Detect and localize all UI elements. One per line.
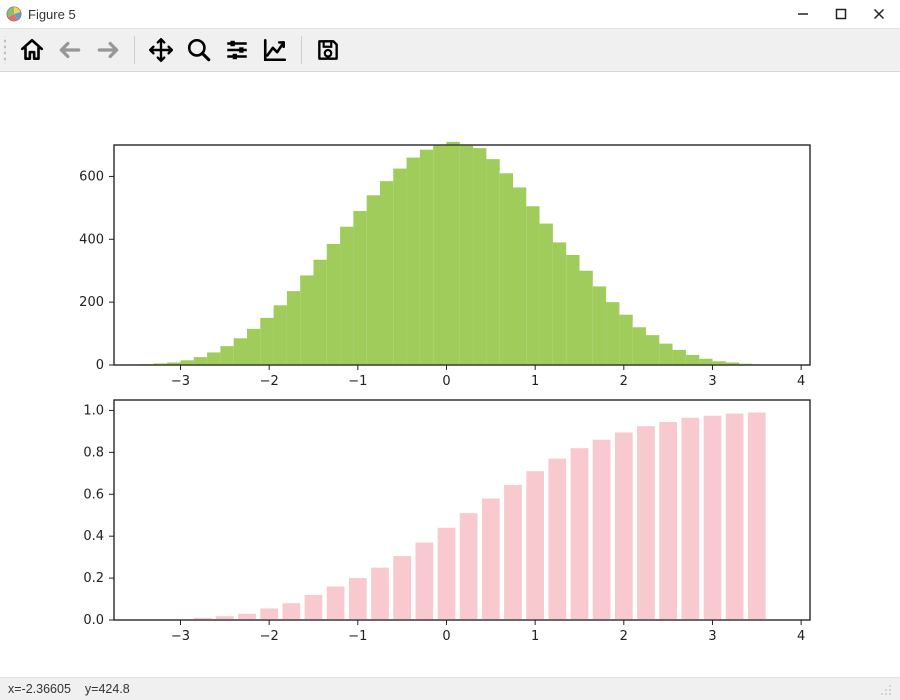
chart-line-icon xyxy=(262,37,288,63)
svg-text:0.4: 0.4 xyxy=(83,529,104,544)
pan-button[interactable] xyxy=(143,32,179,68)
maximize-button[interactable] xyxy=(822,0,860,28)
svg-text:0.6: 0.6 xyxy=(83,487,104,502)
matplotlib-icon xyxy=(6,6,22,22)
arrow-right-icon xyxy=(95,37,121,63)
sliders-icon xyxy=(224,37,250,63)
window-title: Figure 5 xyxy=(28,7,76,22)
toolbar-separator xyxy=(301,36,302,64)
svg-text:4: 4 xyxy=(797,629,805,644)
svg-text:−1: −1 xyxy=(348,629,367,644)
titlebar: Figure 5 xyxy=(0,0,900,28)
move-icon xyxy=(148,37,174,63)
statusbar: x=-2.36605 y=424.8 xyxy=(0,677,900,700)
toolbar-separator xyxy=(134,36,135,64)
save-icon xyxy=(315,37,341,63)
zoom-icon xyxy=(186,37,212,63)
toolbar-grip xyxy=(2,36,8,64)
svg-text:−2: −2 xyxy=(260,629,279,644)
zoom-button[interactable] xyxy=(181,32,217,68)
figure-svg: −3 −2 −1 0 1 2 3 4 0 200 400 600 −3 −2 −1 0 1 2 3 4 0.0 0.2 0.… xyxy=(0,72,900,680)
status-x: x=-2.36605 xyxy=(8,682,71,696)
status-y: y=424.8 xyxy=(85,682,130,696)
svg-text:400: 400 xyxy=(79,232,104,247)
resize-grip-icon xyxy=(878,682,892,696)
svg-text:−3: −3 xyxy=(171,629,190,644)
arrow-left-icon xyxy=(57,37,83,63)
home-icon xyxy=(19,37,45,63)
svg-text:−1: −1 xyxy=(348,374,367,389)
svg-text:1: 1 xyxy=(531,374,539,389)
svg-text:2: 2 xyxy=(620,629,628,644)
svg-text:0: 0 xyxy=(442,629,450,644)
svg-text:2: 2 xyxy=(620,374,628,389)
svg-text:0.0: 0.0 xyxy=(83,613,104,628)
svg-text:0.2: 0.2 xyxy=(83,571,104,586)
toolbar xyxy=(0,28,900,72)
back-button[interactable] xyxy=(52,32,88,68)
svg-text:−2: −2 xyxy=(260,374,279,389)
svg-text:200: 200 xyxy=(79,295,104,310)
svg-text:−3: −3 xyxy=(171,374,190,389)
svg-text:0: 0 xyxy=(96,358,104,373)
edit-axes-button[interactable] xyxy=(257,32,293,68)
save-button[interactable] xyxy=(310,32,346,68)
svg-text:1: 1 xyxy=(531,629,539,644)
svg-text:3: 3 xyxy=(708,374,716,389)
svg-text:600: 600 xyxy=(79,169,104,184)
close-button[interactable] xyxy=(860,0,898,28)
home-button[interactable] xyxy=(14,32,50,68)
figure-canvas[interactable]: −3 −2 −1 0 1 2 3 4 0 200 400 600 −3 −2 −1 0 1 2 3 4 0.0 0.2 0.… xyxy=(0,72,900,677)
svg-text:3: 3 xyxy=(708,629,716,644)
minimize-button[interactable] xyxy=(784,0,822,28)
svg-text:0.8: 0.8 xyxy=(83,445,104,460)
svg-text:0: 0 xyxy=(442,374,450,389)
forward-button[interactable] xyxy=(90,32,126,68)
configure-subplots-button[interactable] xyxy=(219,32,255,68)
svg-text:4: 4 xyxy=(797,374,805,389)
svg-text:1.0: 1.0 xyxy=(83,403,104,418)
